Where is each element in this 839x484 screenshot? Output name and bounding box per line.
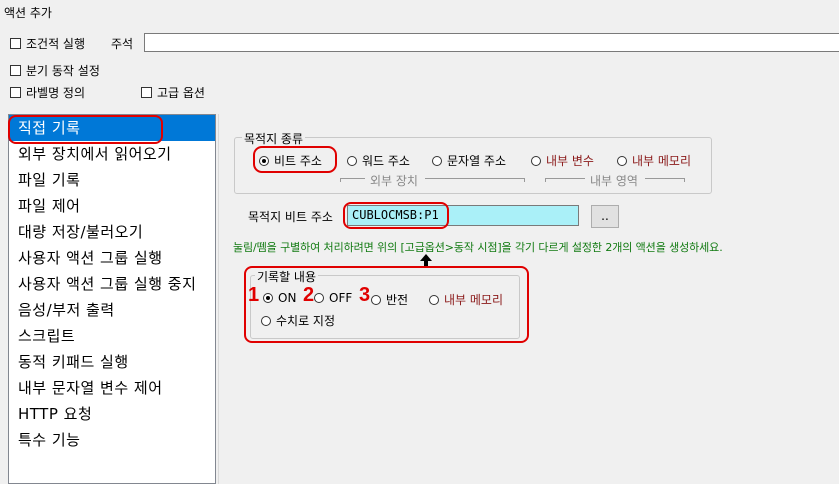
checkbox-box[interactable] bbox=[10, 38, 21, 49]
checkbox-box[interactable] bbox=[141, 87, 152, 98]
selection-highlight-box bbox=[8, 115, 163, 144]
branch-setting-label: 분기 동작 설정 bbox=[26, 64, 100, 78]
list-item[interactable]: 특수 기능 bbox=[9, 427, 215, 453]
radio-dot[interactable] bbox=[531, 155, 541, 166]
list-item[interactable]: 외부 장치에서 읽어오기 bbox=[9, 141, 215, 167]
label-define-label: 라벨명 정의 bbox=[26, 86, 86, 100]
internal-memory-radio-label: 내부 메모리 bbox=[632, 154, 692, 168]
annotation-number-2: 2 bbox=[303, 284, 315, 306]
word-address-radio[interactable]: 워드 주소 bbox=[347, 152, 410, 169]
checkbox-box[interactable] bbox=[10, 87, 21, 98]
target-type-legend: 목적지 종류 bbox=[242, 130, 306, 147]
internal-variable-radio[interactable]: 내부 변수 bbox=[531, 152, 594, 169]
annotation-number-3: 3 bbox=[359, 284, 371, 306]
internal-memory-radio[interactable]: 내부 메모리 bbox=[617, 152, 691, 169]
action-list[interactable]: 직접 기록 외부 장치에서 읽어오기 파일 기록 파일 제어 대량 저장/불러오… bbox=[8, 114, 216, 484]
list-item[interactable]: 내부 문자열 변수 제어 bbox=[9, 375, 215, 401]
note-text: 눌림/뗌을 구별하여 처리하려면 위의 [고급옵션>동작 시점]을 각기 다르게… bbox=[233, 241, 723, 254]
record-content-highlight-box bbox=[244, 266, 529, 343]
string-address-radio-label: 문자열 주소 bbox=[447, 154, 507, 168]
external-device-label: 외부 장치 bbox=[370, 174, 418, 188]
memo-input[interactable] bbox=[144, 33, 839, 52]
conditional-exec-checkbox[interactable]: 조건적 실행 bbox=[10, 35, 85, 52]
list-item[interactable]: 동적 키패드 실행 bbox=[9, 349, 215, 375]
advanced-option-checkbox[interactable]: 고급 옵션 bbox=[141, 84, 205, 101]
radio-dot[interactable] bbox=[347, 155, 357, 166]
advanced-option-label: 고급 옵션 bbox=[157, 86, 205, 100]
list-item[interactable]: 사용자 액션 그룹 실행 bbox=[9, 245, 215, 271]
bit-address-label: 목적지 비트 주소 bbox=[248, 210, 333, 224]
address-highlight-box bbox=[343, 202, 449, 229]
bit-address-highlight-box bbox=[253, 146, 337, 173]
list-item[interactable]: 파일 제어 bbox=[9, 193, 215, 219]
word-address-radio-label: 워드 주소 bbox=[362, 154, 410, 168]
external-device-bracket-right bbox=[425, 178, 525, 182]
browse-button[interactable]: .. bbox=[591, 205, 619, 228]
internal-area-bracket-right bbox=[645, 178, 685, 182]
checkbox-box[interactable] bbox=[10, 65, 21, 76]
string-address-radio[interactable]: 문자열 주소 bbox=[432, 152, 506, 169]
memo-label: 주석 bbox=[111, 37, 134, 51]
external-device-bracket-left bbox=[340, 178, 365, 182]
list-item[interactable]: 스크립트 bbox=[9, 323, 215, 349]
list-item[interactable]: 사용자 액션 그룹 실행 중지 bbox=[9, 271, 215, 297]
list-item[interactable]: 파일 기록 bbox=[9, 167, 215, 193]
conditional-exec-label: 조건적 실행 bbox=[26, 37, 86, 51]
branch-setting-checkbox[interactable]: 분기 동작 설정 bbox=[10, 62, 100, 79]
annotation-number-1: 1 bbox=[248, 284, 260, 306]
list-item[interactable]: HTTP 요청 bbox=[9, 401, 215, 427]
label-define-checkbox[interactable]: 라벨명 정의 bbox=[10, 84, 85, 101]
window-title: 액션 추가 bbox=[4, 6, 52, 20]
radio-dot[interactable] bbox=[432, 155, 442, 166]
internal-variable-radio-label: 내부 변수 bbox=[546, 154, 594, 168]
radio-dot[interactable] bbox=[617, 155, 627, 166]
list-item[interactable]: 음성/부저 출력 bbox=[9, 297, 215, 323]
list-item[interactable]: 대량 저장/불러오기 bbox=[9, 219, 215, 245]
internal-area-label: 내부 영역 bbox=[590, 174, 638, 188]
internal-area-bracket-left bbox=[545, 178, 585, 182]
